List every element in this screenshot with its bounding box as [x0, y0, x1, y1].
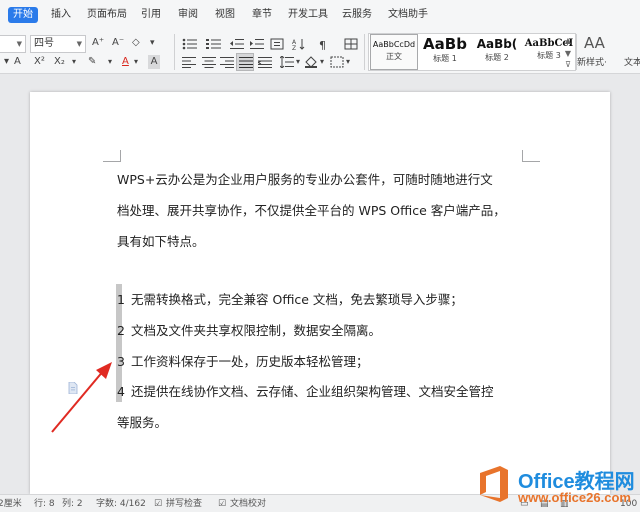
annotation-arrow-icon: [51, 362, 112, 433]
doc-proof-button[interactable]: 文档校对: [230, 498, 266, 510]
intro-line: 具有如下特点。: [117, 234, 205, 249]
shrink-font-icon[interactable]: A⁻: [112, 36, 124, 50]
distributed-align-icon[interactable]: [258, 56, 272, 68]
chevron-down-icon[interactable]: ▾: [320, 55, 324, 69]
intro-line: 档处理、展开共享协作，不仅提供全平台的 WPS Office 客户端产品，: [117, 203, 506, 218]
tab-cloud-service[interactable]: 云服务: [342, 7, 372, 23]
grow-font-icon[interactable]: A⁺: [92, 36, 104, 50]
toolbar-divider: [174, 34, 175, 70]
doc-proof-icon: ☑: [218, 499, 227, 509]
table-grid-icon[interactable]: [344, 38, 358, 50]
style-heading-1[interactable]: AaBb 标题 1: [420, 34, 470, 70]
tab-developer[interactable]: 开发工具: [288, 7, 328, 23]
tab-references[interactable]: 引用: [141, 7, 161, 23]
align-justify-icon: [239, 57, 253, 68]
list-text: 工作资料保存于一处，历史版本轻松管理；: [131, 354, 369, 369]
svg-text:Z: Z: [292, 45, 296, 50]
font-size-value: 四号: [34, 38, 54, 49]
sort-icon[interactable]: AZ: [292, 38, 306, 50]
list-text: 还提供在线协作文档、云存储、企业组织架构管理、文档安全管控: [131, 384, 494, 399]
chevron-up-icon[interactable]: ▲: [562, 36, 574, 45]
spell-check-icon: ☑: [154, 499, 163, 509]
chevron-down-icon[interactable]: ▾: [134, 55, 138, 69]
menu-bar: 开始 插入 页面布局 引用 审阅 视图 章节 开发工具 云服务 文档助手: [0, 0, 640, 30]
tab-doc-assistant[interactable]: 文档助手: [388, 7, 428, 23]
chevron-down-icon[interactable]: ▾: [4, 55, 9, 69]
style-preview: AaBb: [423, 35, 467, 53]
list-item: 3 工作资料保存于一处，历史版本轻松管理；: [117, 352, 369, 372]
list-text: 文档及文件夹共享权限控制，数据安全隔离。: [131, 323, 382, 338]
tab-review[interactable]: 审阅: [178, 7, 198, 23]
align-center-icon[interactable]: [202, 56, 216, 68]
watermark-url: www.office26.com: [518, 490, 631, 505]
style-normal[interactable]: AaBbCcDd 正文: [370, 34, 418, 70]
style-preview: AaBbCcDd: [372, 40, 416, 49]
numbered-list-icon[interactable]: [206, 38, 222, 50]
style-name: 正文: [386, 52, 402, 61]
list-number: 2: [117, 323, 125, 338]
new-style-icon[interactable]: AA: [584, 36, 605, 51]
shading-fill-icon[interactable]: [304, 56, 318, 68]
spell-check-button[interactable]: 拼写检查: [166, 498, 202, 510]
font-size-dropdown[interactable]: 四号 ▼: [30, 35, 86, 53]
style-name: 标题 1: [433, 54, 457, 63]
superscript-icon[interactable]: X²: [34, 55, 45, 69]
style-gallery: AaBbCcDd 正文 AaBb 标题 1 AaBb( 标题 2 AaBbCcI…: [368, 33, 576, 71]
char-shading-icon[interactable]: A: [148, 55, 160, 69]
subscript-icon[interactable]: X₂: [54, 55, 65, 69]
show-marks-icon[interactable]: ¶: [318, 38, 332, 50]
tab-view[interactable]: 视图: [215, 7, 235, 23]
clear-format-icon[interactable]: ◇: [132, 36, 140, 50]
margin-corner: [103, 150, 121, 162]
tab-page-layout[interactable]: 页面布局: [87, 7, 127, 23]
col-indicator: 列: 2: [62, 499, 83, 509]
svg-text:¶: ¶: [319, 39, 326, 50]
site-watermark: Office教程网 www.office26.com: [474, 464, 640, 510]
chevron-down-icon: ▼: [76, 40, 82, 48]
tab-chapter[interactable]: 章节: [252, 7, 272, 23]
list-text: 无需转换格式，完全兼容 Office 文档，免去繁琐导入步骤；: [131, 292, 463, 307]
chevron-down-icon[interactable]: ▾: [150, 36, 155, 50]
border-icon[interactable]: [330, 56, 344, 68]
increase-indent-icon[interactable]: [250, 38, 264, 50]
chevron-down-icon[interactable]: ▾: [346, 55, 350, 69]
decrease-indent-icon[interactable]: [230, 38, 244, 50]
align-right-icon[interactable]: [220, 56, 234, 68]
font-name-dropdown[interactable]: ▼: [0, 35, 26, 53]
text-tools-button[interactable]: 文本: [624, 56, 640, 70]
chevron-down-icon: ▼: [16, 40, 22, 48]
style-heading-2[interactable]: AaBb( 标题 2: [472, 34, 522, 70]
strikethrough-icon[interactable]: A: [14, 55, 21, 69]
margin-corner: [522, 150, 540, 162]
tab-insert[interactable]: 插入: [51, 7, 71, 23]
style-preview: AaBb(: [476, 37, 518, 51]
bullet-list-icon[interactable]: [182, 38, 198, 50]
toolbar-divider: [364, 34, 365, 70]
row-indicator: 行: 8: [34, 499, 55, 509]
chevron-down-icon[interactable]: ▼: [562, 49, 574, 58]
office-logo-icon: [480, 466, 508, 502]
chinese-layout-icon[interactable]: [270, 38, 284, 50]
list-item: 2 文档及文件夹共享权限控制，数据安全隔离。: [117, 321, 381, 341]
position-indicator: 2厘米: [0, 499, 22, 509]
list-item: 4 还提供在线协作文档、云存储、企业组织架构管理、文档安全管控: [117, 382, 494, 402]
list-number: 1: [117, 292, 125, 307]
chevron-down-icon[interactable]: ▾: [296, 55, 300, 69]
intro-line: WPS+云办公是为企业用户服务的专业办公套件，可随时随地进行文: [117, 172, 493, 187]
font-color-icon[interactable]: A: [122, 55, 129, 69]
style-name: 标题 2: [485, 53, 509, 62]
word-count[interactable]: 字数: 4/162: [96, 498, 146, 510]
align-left-icon[interactable]: [182, 56, 196, 68]
expand-gallery-icon[interactable]: ⊽: [562, 60, 574, 69]
line-spacing-icon[interactable]: [280, 56, 294, 68]
chevron-down-icon[interactable]: ▾: [72, 55, 76, 69]
tab-home[interactable]: 开始: [8, 7, 38, 23]
justify-button[interactable]: [236, 53, 254, 71]
new-style-button[interactable]: 新样式·: [577, 56, 607, 70]
list-item: 1 无需转换格式，完全兼容 Office 文档，免去繁琐导入步骤；: [117, 290, 463, 310]
chevron-down-icon[interactable]: ▾: [108, 55, 112, 69]
highlight-icon[interactable]: ✎: [88, 55, 96, 69]
